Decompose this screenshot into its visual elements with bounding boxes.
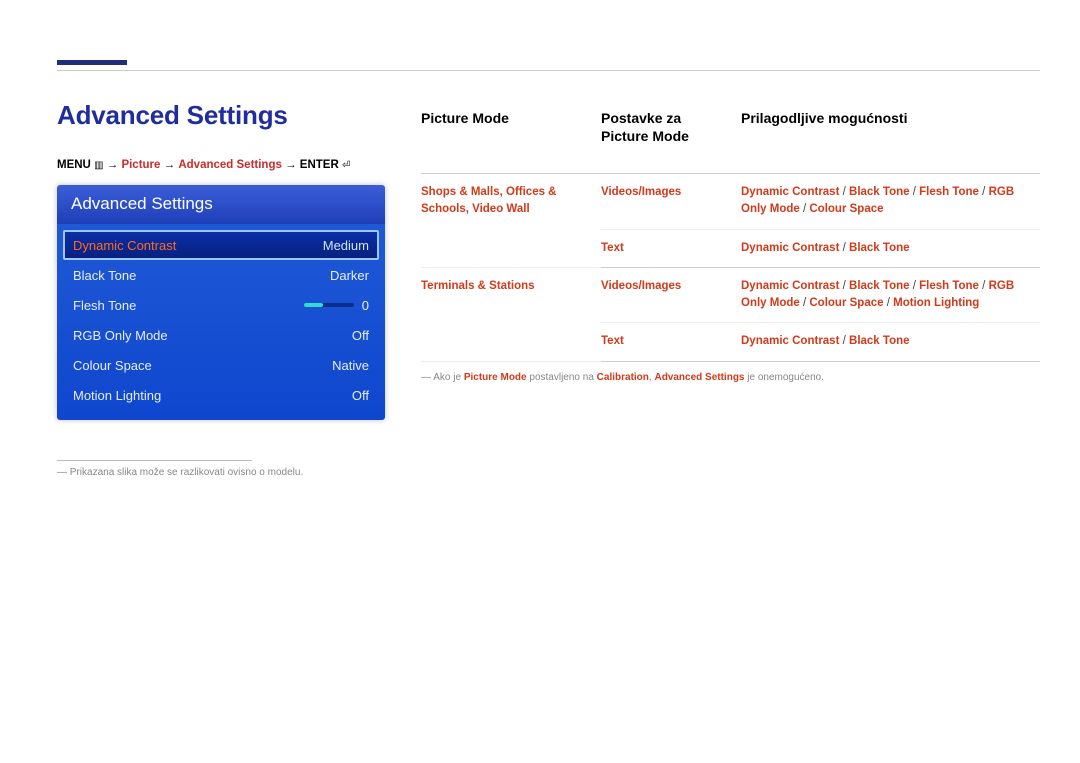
osd-label: Black Tone bbox=[73, 268, 136, 283]
page-rule bbox=[57, 70, 1040, 71]
breadcrumb: MENU ▥ → Picture → Advanced Settings → E… bbox=[57, 159, 385, 171]
osd-panel: Advanced Settings Dynamic Contrast Mediu… bbox=[57, 185, 385, 420]
osd-value: Medium bbox=[323, 238, 369, 253]
cell-sub: Text bbox=[601, 229, 741, 267]
osd-value: Off bbox=[352, 328, 369, 343]
breadcrumb-advanced: Advanced Settings bbox=[178, 159, 282, 171]
osd-title: Advanced Settings bbox=[57, 185, 385, 224]
breadcrumb-enter: ENTER bbox=[300, 159, 339, 171]
table-row: Terminals & Stations Videos/Images Dynam… bbox=[421, 267, 1040, 323]
osd-row-black-tone[interactable]: Black Tone Darker bbox=[63, 260, 379, 290]
footnote: Prikazana slika može se razlikovati ovis… bbox=[57, 467, 385, 478]
osd-row-motion-lighting[interactable]: Motion Lighting Off bbox=[63, 380, 379, 410]
osd-row-flesh-tone[interactable]: Flesh Tone 0 bbox=[63, 290, 379, 320]
menu-icon: ▥ bbox=[94, 160, 103, 171]
footnote-rule bbox=[57, 460, 252, 461]
osd-row-dynamic-contrast[interactable]: Dynamic Contrast Medium bbox=[63, 230, 379, 260]
cell-sub: Videos/Images bbox=[601, 174, 741, 230]
osd-row-colour-space[interactable]: Colour Space Native bbox=[63, 350, 379, 380]
osd-label: Motion Lighting bbox=[73, 388, 161, 403]
osd-label: Flesh Tone bbox=[73, 298, 136, 313]
osd-body: Dynamic Contrast Medium Black Tone Darke… bbox=[57, 224, 385, 420]
th-prilagodljive: Prilagodljive mogućnosti bbox=[741, 104, 1040, 174]
osd-label: RGB Only Mode bbox=[73, 328, 168, 343]
osd-value: Native bbox=[332, 358, 369, 373]
cell-picture-mode: Shops & Malls, Offices & Schools, Video … bbox=[421, 174, 601, 268]
osd-label: Colour Space bbox=[73, 358, 152, 373]
table-note: ― Ako je Picture Mode postavljeno na Cal… bbox=[421, 372, 1040, 383]
page-content: Advanced Settings MENU ▥ → Picture → Adv… bbox=[57, 100, 1040, 478]
cell-sub: Videos/Images bbox=[601, 267, 741, 323]
osd-label: Dynamic Contrast bbox=[73, 238, 176, 253]
page-accent-bar bbox=[57, 60, 127, 65]
th-picture-mode: Picture Mode bbox=[421, 104, 601, 174]
osd-value: Off bbox=[352, 388, 369, 403]
cell-options: Dynamic Contrast / Black Tone bbox=[741, 229, 1040, 267]
right-column: Picture Mode Postavke za Picture Mode Pr… bbox=[421, 100, 1040, 383]
osd-row-rgb-only[interactable]: RGB Only Mode Off bbox=[63, 320, 379, 350]
th-postavke: Postavke za Picture Mode bbox=[601, 104, 741, 174]
osd-value: Darker bbox=[330, 268, 369, 283]
flesh-tone-slider[interactable] bbox=[304, 303, 354, 307]
table-row: Shops & Malls, Offices & Schools, Video … bbox=[421, 174, 1040, 230]
cell-options: Dynamic Contrast / Black Tone bbox=[741, 323, 1040, 361]
section-title: Advanced Settings bbox=[57, 100, 385, 131]
enter-icon: ⏎ bbox=[342, 160, 350, 171]
breadcrumb-menu: MENU bbox=[57, 159, 91, 171]
cell-picture-mode: Terminals & Stations bbox=[421, 267, 601, 361]
left-column: Advanced Settings MENU ▥ → Picture → Adv… bbox=[57, 100, 385, 478]
cell-options: Dynamic Contrast / Black Tone / Flesh To… bbox=[741, 174, 1040, 230]
cell-options: Dynamic Contrast / Black Tone / Flesh To… bbox=[741, 267, 1040, 323]
options-table: Picture Mode Postavke za Picture Mode Pr… bbox=[421, 104, 1040, 362]
cell-sub: Text bbox=[601, 323, 741, 361]
osd-value: 0 bbox=[362, 298, 369, 313]
breadcrumb-picture: Picture bbox=[121, 159, 160, 171]
